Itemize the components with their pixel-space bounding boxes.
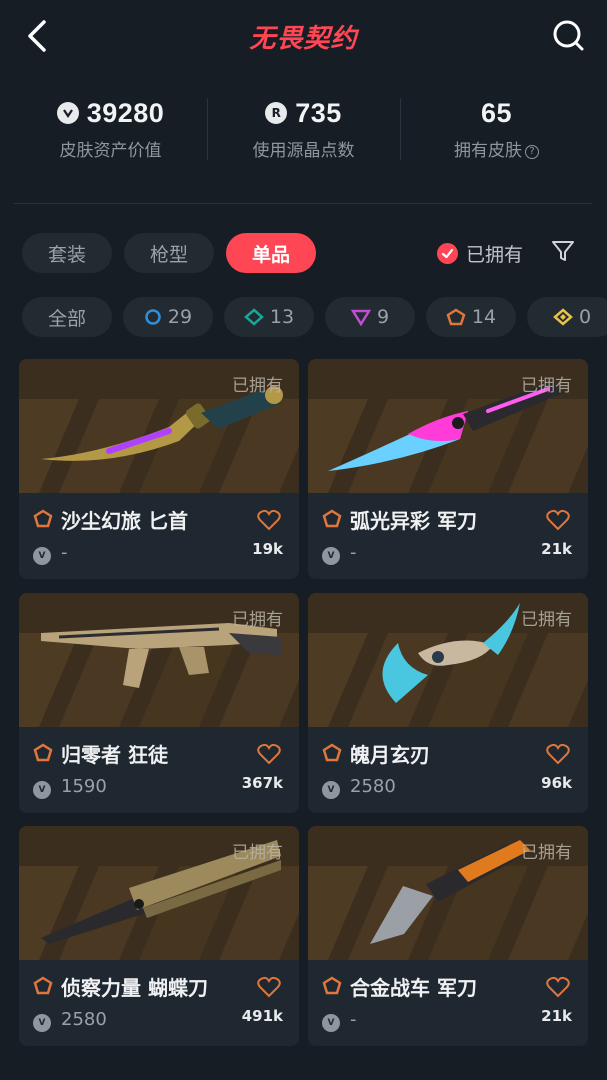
exclusive-tier-icon <box>33 976 53 995</box>
exclusive-tier-icon <box>322 509 342 528</box>
owned-badge: 已拥有 <box>521 610 572 630</box>
app-title: 无畏契约 <box>249 24 358 54</box>
asset-value: 39280 <box>86 97 165 128</box>
rarity-chip-exclusive[interactable]: 14 <box>426 297 516 337</box>
heart-icon[interactable] <box>257 976 281 998</box>
stat-owned-skins: 65 拥有皮肤? <box>400 90 593 170</box>
filter-icon[interactable] <box>550 238 576 264</box>
heart-icon[interactable] <box>546 976 570 998</box>
exclusive-tier-icon <box>322 976 342 995</box>
owned-filter-label: 已拥有 <box>466 244 524 266</box>
radianite-value: 735 <box>295 97 342 128</box>
like-count: 19k <box>252 540 283 558</box>
tab-bundle[interactable]: 套装 <box>22 233 112 273</box>
skin-name: 弧光异彩 军刀 <box>350 509 477 533</box>
skin-image: 已拥有 <box>308 593 588 727</box>
rarity-chip-all[interactable]: 全部 <box>22 297 112 337</box>
owned-badge: 已拥有 <box>521 843 572 863</box>
rarity-chip-ultra[interactable]: 0 <box>527 297 607 337</box>
vp-coin-icon: V <box>33 781 51 799</box>
premium-tier-icon <box>350 309 371 326</box>
header: 无畏契约 <box>0 0 607 75</box>
owned-badge: 已拥有 <box>232 376 283 396</box>
rarity-filter-row: 全部 29 13 9 14 0 <box>22 297 607 337</box>
skin-price: 2580 <box>61 1009 107 1030</box>
skin-name: 归零者 狂徒 <box>61 743 168 767</box>
divider <box>14 203 592 204</box>
like-count: 367k <box>241 774 283 792</box>
like-count: 21k <box>541 1007 572 1025</box>
search-icon[interactable] <box>551 18 587 54</box>
vp-coin-icon <box>56 102 79 124</box>
heart-icon[interactable] <box>257 743 281 765</box>
skin-name: 侦察力量 蝴蝶刀 <box>61 976 208 1000</box>
vp-coin-icon: V <box>322 1014 340 1032</box>
tab-single-item[interactable]: 单品 <box>226 233 316 273</box>
like-count: 491k <box>241 1007 283 1025</box>
vp-coin-icon: V <box>33 547 51 565</box>
ultra-tier-icon <box>553 308 573 326</box>
skin-card[interactable]: 已拥有 归零者 狂徒 V 1590 367k <box>19 593 299 813</box>
skin-image: 已拥有 <box>19 593 299 727</box>
owned-badge: 已拥有 <box>232 610 283 630</box>
check-icon <box>437 243 458 264</box>
skin-image: 已拥有 <box>308 826 588 960</box>
skin-image: 已拥有 <box>19 826 299 960</box>
exclusive-tier-icon <box>322 743 342 762</box>
skin-price: - <box>350 1009 357 1030</box>
owned-badge: 已拥有 <box>521 376 572 396</box>
vp-coin-icon: V <box>33 1014 51 1032</box>
skin-card[interactable]: 已拥有 合金战车 军刀 V - 21k <box>308 826 588 1046</box>
owned-badge: 已拥有 <box>232 843 283 863</box>
rarity-chip-premium[interactable]: 9 <box>325 297 415 337</box>
skin-price: - <box>350 542 357 563</box>
category-tabs: 套装 枪型 单品 <box>22 233 316 273</box>
skin-card[interactable]: 已拥有 侦察力量 蝴蝶刀 V 2580 491k <box>19 826 299 1046</box>
skin-price: 2580 <box>350 776 396 797</box>
stats-panel: 39280 皮肤资产价值 R 735 使用源晶点数 65 拥有皮肤? <box>14 90 593 170</box>
owned-skins-count: 65 <box>480 97 513 128</box>
rarity-chip-deluxe[interactable]: 13 <box>224 297 314 337</box>
skin-price: 1590 <box>61 776 107 797</box>
deluxe-tier-icon <box>244 308 264 326</box>
skin-price: - <box>61 542 68 563</box>
vp-coin-icon: V <box>322 781 340 799</box>
asset-value-label: 皮肤资产价值 <box>59 141 162 161</box>
vp-coin-icon: V <box>322 547 340 565</box>
heart-icon[interactable] <box>546 509 570 531</box>
stat-asset-value: 39280 皮肤资产价值 <box>14 90 207 170</box>
radianite-label: 使用源晶点数 <box>252 141 355 161</box>
select-tier-icon <box>145 309 161 325</box>
like-count: 96k <box>541 774 572 792</box>
exclusive-tier-icon <box>33 509 53 528</box>
stat-radianite-points: R 735 使用源晶点数 <box>207 90 400 170</box>
radianite-icon: R <box>265 102 288 124</box>
skin-card[interactable]: 已拥有 弧光异彩 军刀 V - 21k <box>308 359 588 579</box>
like-count: 21k <box>541 540 572 558</box>
skin-card[interactable]: 已拥有 魄月玄刃 V 2580 96k <box>308 593 588 813</box>
rarity-chip-select[interactable]: 29 <box>123 297 213 337</box>
skin-card[interactable]: 已拥有 沙尘幻旅 匕首 V - 19k <box>19 359 299 579</box>
skin-name: 魄月玄刃 <box>350 743 430 767</box>
skin-name: 合金战车 军刀 <box>350 976 477 1000</box>
skin-image: 已拥有 <box>19 359 299 493</box>
help-icon[interactable]: ? <box>525 145 539 159</box>
skin-name: 沙尘幻旅 匕首 <box>61 509 188 533</box>
heart-icon[interactable] <box>546 743 570 765</box>
skin-image: 已拥有 <box>308 359 588 493</box>
exclusive-tier-icon <box>33 743 53 762</box>
exclusive-tier-icon <box>446 308 466 326</box>
owned-filter-toggle[interactable]: 已拥有 <box>437 240 523 267</box>
tab-weapon-type[interactable]: 枪型 <box>124 233 214 273</box>
owned-skins-label: 拥有皮肤 <box>454 141 522 161</box>
heart-icon[interactable] <box>257 509 281 531</box>
